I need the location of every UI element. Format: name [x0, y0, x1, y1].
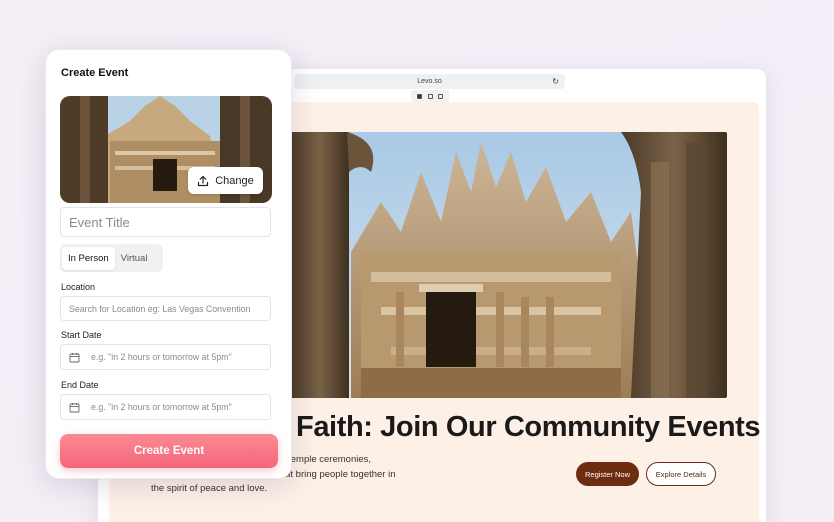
end-date-label: End Date: [61, 380, 99, 390]
device-switcher: [411, 90, 449, 102]
end-date-input[interactable]: [91, 395, 266, 419]
create-event-panel: Create Event Change In Person Virtual Lo…: [45, 49, 292, 479]
url-bar[interactable]: Levo.so ↻: [294, 74, 565, 89]
tablet-view-icon[interactable]: [427, 93, 433, 99]
register-now-button[interactable]: Register Now: [576, 462, 639, 486]
reload-icon[interactable]: ↻: [552, 76, 559, 87]
create-event-button[interactable]: Create Event: [60, 434, 278, 468]
tab-in-person[interactable]: In Person: [62, 246, 115, 270]
start-date-label: Start Date: [61, 330, 102, 340]
start-date-field: [60, 344, 271, 370]
panel-title: Create Event: [61, 67, 129, 79]
calendar-icon: [69, 353, 80, 363]
location-input[interactable]: [60, 296, 271, 321]
change-image-button[interactable]: Change: [188, 167, 263, 194]
change-label: Change: [215, 174, 254, 187]
calendar-icon: [69, 403, 80, 413]
upload-icon: [198, 175, 209, 186]
event-title-input[interactable]: [60, 207, 271, 237]
start-date-input[interactable]: [91, 345, 266, 369]
mobile-view-icon[interactable]: [438, 93, 444, 99]
url-text: Levo.so: [417, 78, 442, 85]
end-date-field: [60, 394, 271, 420]
hero-title: Faith: Join Our Community Events: [296, 411, 761, 443]
desktop-view-icon[interactable]: [416, 93, 422, 99]
explore-details-button[interactable]: Explore Details: [646, 462, 716, 486]
location-label: Location: [61, 282, 96, 292]
event-type-tabs: In Person Virtual: [60, 244, 163, 272]
hero-temple-image: [291, 132, 727, 398]
tab-virtual[interactable]: Virtual: [115, 247, 154, 270]
hero-description-line: the spirit of peace and love.: [151, 483, 268, 494]
